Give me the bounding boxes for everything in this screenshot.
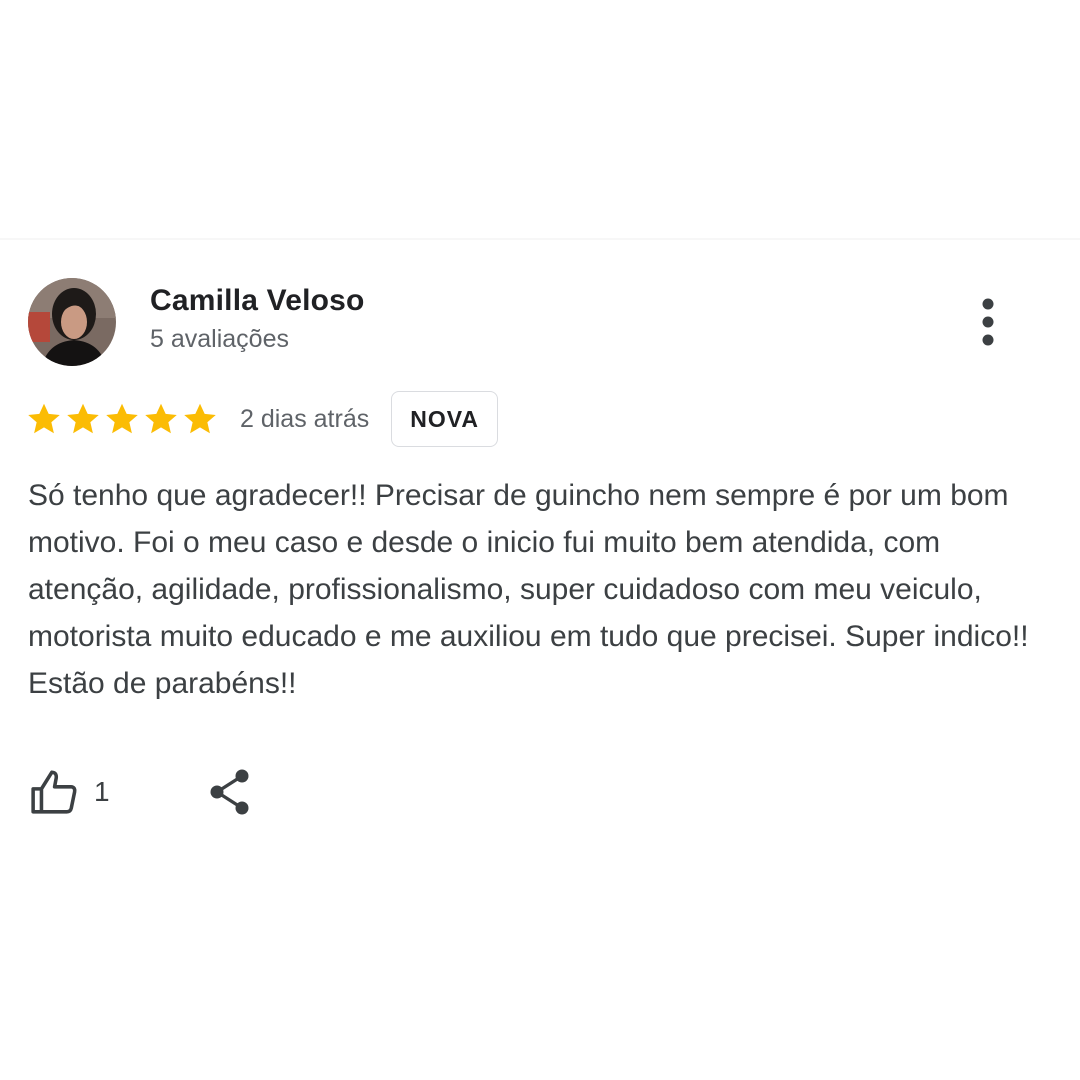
more-options-button[interactable] (968, 296, 1008, 348)
thumb-up-icon (31, 770, 77, 814)
star-rating (26, 401, 218, 437)
like-button[interactable]: 1 (30, 767, 110, 817)
more-vert-icon (982, 298, 994, 346)
share-button[interactable] (206, 767, 254, 817)
review-text: Só tenho que agradecer!! Precisar de gui… (28, 479, 1029, 700)
star-icon (184, 403, 216, 434)
like-count: 1 (94, 776, 110, 807)
share-icon (210, 769, 249, 815)
rating-row: 2 dias atrás NOVA (26, 390, 498, 448)
star-icon (106, 403, 138, 434)
avatar[interactable] (28, 278, 116, 366)
divider (0, 238, 1080, 240)
reviewer-name[interactable]: Camilla Veloso (150, 284, 365, 318)
new-badge: NOVA (391, 391, 498, 447)
star-icon (145, 403, 177, 434)
review-date: 2 dias atrás (240, 404, 370, 433)
reviewer-review-count: 5 avaliações (150, 325, 289, 353)
star-icon (28, 403, 60, 434)
star-icon (67, 403, 99, 434)
review-card: Camilla Veloso 5 avaliações 2 dias atrás… (0, 0, 1080, 1080)
review-actions: 1 (30, 764, 254, 820)
